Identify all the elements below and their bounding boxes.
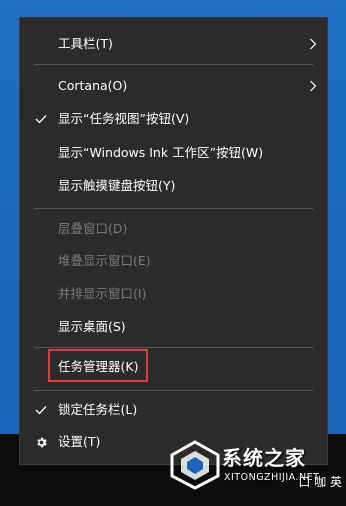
menu-item-side-by-side-windows: 并排显示窗口(I) <box>20 279 327 309</box>
menu-item-cascade-windows: 层叠窗口(D) <box>20 214 327 244</box>
menu-item-label: 任务管理器(K) <box>58 359 139 374</box>
menu-item-label: 显示“Windows Ink 工作区”按钮(W) <box>58 145 264 160</box>
menu-separator <box>34 64 313 65</box>
taskbar-context-menu: 工具栏(T) Cortana(O) 显示“任务视图”按钮(V) 显示“Windo… <box>19 17 328 465</box>
watermark-title: 系统之家 <box>222 446 306 470</box>
menu-item-label: 工具栏(T) <box>58 36 113 51</box>
menu-item-label: 层叠窗口(D) <box>58 221 128 236</box>
gear-icon <box>33 427 49 457</box>
menu-separator <box>34 390 313 391</box>
menu-item-show-touch-keyboard-button[interactable]: 显示触摸键盘按钮(Y) <box>20 171 327 201</box>
menu-item-label: 设置(T) <box>58 434 101 449</box>
menu-item-show-windows-ink-button[interactable]: 显示“Windows Ink 工作区”按钮(W) <box>20 138 327 168</box>
menu-item-label: 显示触摸键盘按钮(Y) <box>58 178 176 193</box>
chevron-right-icon <box>307 71 319 101</box>
menu-item-label: 显示“任务视图”按钮(V) <box>58 111 190 126</box>
desktop-background: 工具栏(T) Cortana(O) 显示“任务视图”按钮(V) 显示“Windo… <box>0 0 346 506</box>
menu-item-cortana[interactable]: Cortana(O) <box>20 71 327 101</box>
menu-item-label: 锁定任务栏(L) <box>58 402 138 417</box>
menu-item-stack-windows: 堆叠显示窗口(E) <box>20 246 327 276</box>
watermark-logo-icon <box>170 440 220 490</box>
chevron-right-icon <box>307 29 319 59</box>
menu-item-label: 显示桌面(S) <box>58 319 126 334</box>
menu-item-label: 堆叠显示窗口(E) <box>58 253 151 268</box>
menu-item-lock-taskbar[interactable]: 锁定任务栏(L) <box>20 395 327 425</box>
menu-item-show-desktop[interactable]: 显示桌面(S) <box>20 312 327 342</box>
menu-item-show-task-view-button[interactable]: 显示“任务视图”按钮(V) <box>20 104 327 134</box>
menu-item-task-manager[interactable]: 任务管理器(K) <box>20 352 327 382</box>
tray-text: 口 咖 英 <box>298 475 342 489</box>
menu-item-toolbars[interactable]: 工具栏(T) <box>20 29 327 59</box>
checkmark-icon <box>33 104 49 134</box>
menu-separator <box>34 208 313 209</box>
menu-item-label: Cortana(O) <box>58 78 128 93</box>
menu-item-label: 并排显示窗口(I) <box>58 286 147 301</box>
menu-separator <box>34 347 313 348</box>
checkmark-icon <box>33 395 49 425</box>
